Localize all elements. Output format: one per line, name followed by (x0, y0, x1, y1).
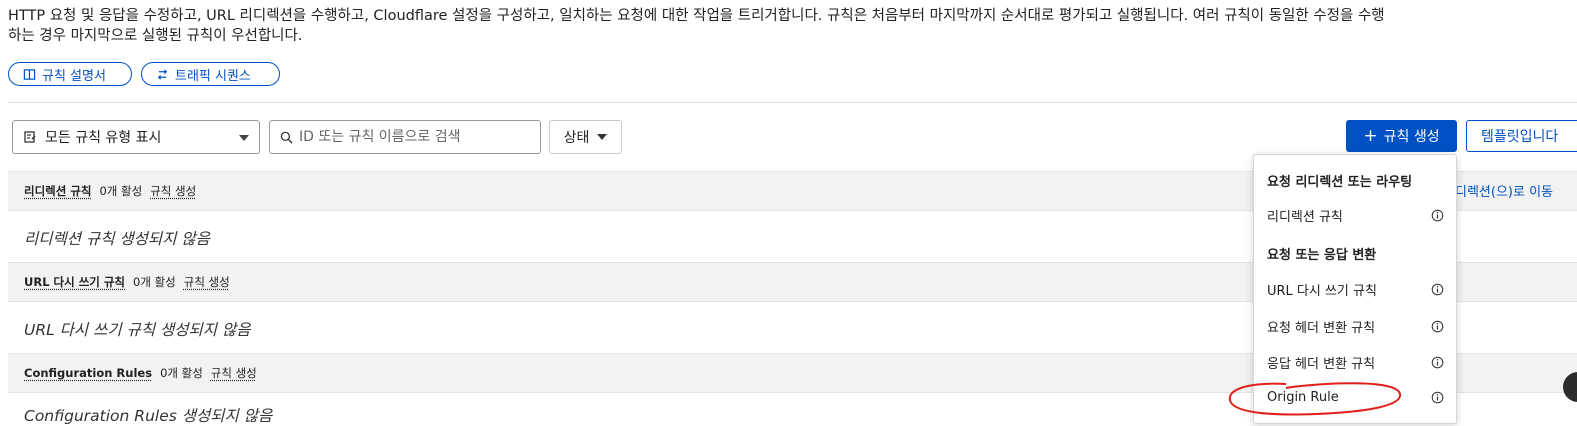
status-filter-button[interactable]: 상태 (549, 120, 622, 154)
plus-icon: + (1363, 129, 1377, 143)
traffic-sequence-button[interactable]: 트래픽 시퀀스 (141, 62, 280, 86)
menu-heading-label: 요청 리디렉션 또는 라우팅 (1267, 171, 1412, 190)
info-icon[interactable] (1431, 283, 1444, 296)
rule-type-select[interactable]: 모든 규칙 유형 표시 (12, 120, 260, 154)
menu-item-label: 요청 헤더 변환 규칙 (1267, 317, 1375, 336)
empty-state-configuration: Configuration Rules 생성되지 않음 (24, 404, 272, 426)
menu-item-response-header-rule[interactable]: 응답 헤더 변환 규칙 (1267, 353, 1444, 372)
info-icon[interactable] (1431, 356, 1444, 369)
description-line-1: HTTP 요청 및 응답을 수정하고, URL 리디렉션을 수행하고, Clou… (8, 6, 1577, 26)
create-rule-link[interactable]: 규칙 생성 (211, 365, 257, 381)
menu-heading-transform: 요청 또는 응답 변환 (1267, 244, 1444, 263)
caret-down-icon (597, 134, 607, 140)
divider (8, 102, 1577, 103)
rules-docs-button[interactable]: 규칙 설명서 (8, 62, 132, 86)
menu-item-label: 리디렉션 규칙 (1267, 206, 1343, 225)
section-title[interactable]: Configuration Rules (24, 366, 152, 380)
info-icon[interactable] (1431, 391, 1444, 404)
menu-heading-label: 요청 또는 응답 변환 (1267, 244, 1376, 263)
active-count: 0개 활성 (160, 365, 203, 381)
templates-button[interactable]: 템플릿입니다 (1466, 120, 1577, 152)
menu-heading-redirect-routing: 요청 리디렉션 또는 라우팅 (1267, 171, 1444, 190)
status-filter-label: 상태 (564, 127, 590, 147)
search-icon (280, 131, 293, 144)
create-rule-menu: 요청 리디렉션 또는 라우팅 리디렉션 규칙 요청 또는 응답 변환 URL 다… (1253, 154, 1457, 424)
active-count: 0개 활성 (99, 183, 142, 199)
swap-arrows-icon (156, 68, 169, 81)
section-title[interactable]: URL 다시 쓰기 규칙 (24, 274, 125, 290)
rule-type-icon (23, 130, 37, 144)
section-title[interactable]: 리디렉션 규칙 (24, 183, 91, 199)
create-rule-link[interactable]: 규칙 생성 (150, 183, 196, 199)
menu-item-request-header-rule[interactable]: 요청 헤더 변환 규칙 (1267, 317, 1444, 336)
book-icon (23, 68, 36, 81)
traffic-sequence-label: 트래픽 시퀀스 (175, 65, 251, 84)
create-rule-label: 규칙 생성 (1384, 126, 1440, 146)
rules-docs-label: 규칙 설명서 (42, 65, 106, 84)
menu-item-origin-rule[interactable]: Origin Rule (1267, 390, 1444, 405)
rule-type-value: 모든 규칙 유형 표시 (45, 127, 161, 147)
templates-label: 템플릿입니다 (1481, 126, 1558, 146)
menu-item-label: 응답 헤더 변환 규칙 (1267, 353, 1375, 372)
menu-item-url-rewrite-rule[interactable]: URL 다시 쓰기 규칙 (1267, 280, 1444, 299)
search-input[interactable] (299, 129, 529, 145)
search-field[interactable] (269, 120, 541, 154)
empty-state-redirect: 리디렉션 규칙 생성되지 않음 (24, 227, 210, 249)
info-icon[interactable] (1431, 209, 1444, 222)
page-description: HTTP 요청 및 응답을 수정하고, URL 리디렉션을 수행하고, Clou… (8, 6, 1577, 46)
chevron-down-icon (239, 135, 249, 141)
menu-item-label: Origin Rule (1267, 390, 1339, 405)
create-rule-button[interactable]: + 규칙 생성 (1346, 120, 1457, 152)
empty-state-url-rewrite: URL 다시 쓰기 규칙 생성되지 않음 (24, 318, 251, 340)
info-icon[interactable] (1431, 320, 1444, 333)
description-line-2: 하는 경우 마지막으로 실행된 규칙이 우선합니다. (8, 26, 1577, 46)
go-to-redirects-link[interactable]: 디렉션(으)로 이동 (1455, 181, 1553, 200)
create-rule-link[interactable]: 규칙 생성 (184, 274, 230, 290)
menu-item-redirect-rule[interactable]: 리디렉션 규칙 (1267, 206, 1444, 225)
menu-item-label: URL 다시 쓰기 규칙 (1267, 280, 1377, 299)
active-count: 0개 활성 (133, 274, 176, 290)
